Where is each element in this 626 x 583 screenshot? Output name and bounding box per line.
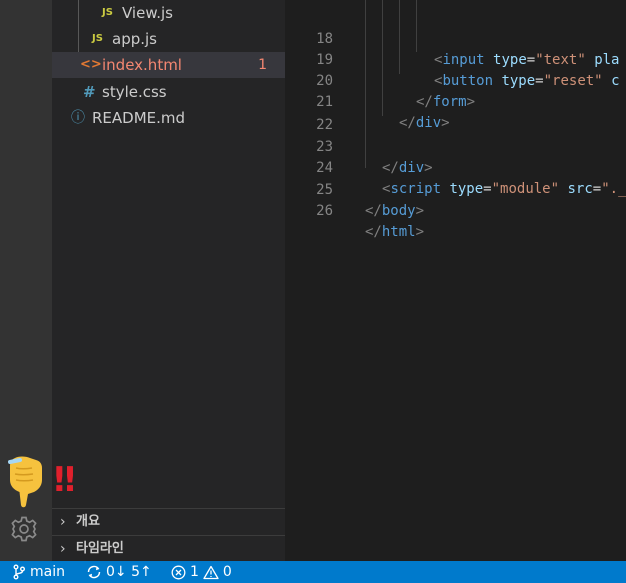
section-label: 개요 bbox=[76, 514, 100, 529]
js-file-icon: JS bbox=[92, 33, 103, 44]
chevron-right-icon: › bbox=[60, 541, 66, 557]
code-line: 22 bbox=[285, 94, 626, 133]
file-item-index-html[interactable]: <> index.html 1 bbox=[52, 52, 285, 78]
sync-counts: 0↓ 5↑ bbox=[106, 564, 152, 580]
file-item-app-js[interactable]: JS app.js bbox=[52, 26, 285, 52]
status-bar: main 0↓ 5↑ 1 0 bbox=[0, 561, 626, 583]
chevron-right-icon: › bbox=[60, 514, 66, 530]
problems-indicator[interactable]: 1 0 bbox=[171, 561, 232, 583]
git-branch-icon bbox=[13, 564, 25, 580]
code-text: </body> bbox=[365, 203, 425, 219]
line-number: 26 bbox=[316, 203, 333, 219]
code-editor[interactable]: 18 <input type="text" pla 19 <button typ… bbox=[285, 0, 626, 561]
activity-bar bbox=[0, 0, 52, 561]
file-item-readme-md[interactable]: ⓘ README.md bbox=[52, 105, 285, 131]
branch-indicator[interactable]: main bbox=[12, 561, 65, 583]
sync-indicator[interactable]: 0↓ 5↑ bbox=[86, 561, 152, 583]
code-line: 21 </div> bbox=[285, 71, 626, 131]
file-label: README.md bbox=[92, 109, 186, 127]
double-exclamation-emoji: ‼ bbox=[54, 460, 75, 500]
code-line: 19 <button type="reset" c bbox=[285, 29, 626, 89]
css-file-icon: # bbox=[83, 83, 96, 101]
file-label: index.html bbox=[102, 56, 182, 74]
file-item-view-js[interactable]: JS View.js bbox=[52, 0, 285, 26]
code-line: 23 </div> bbox=[285, 116, 626, 176]
info-file-icon: ⓘ bbox=[71, 110, 85, 126]
code-line: 26 </html> bbox=[285, 180, 626, 240]
file-item-style-css[interactable]: # style.css bbox=[52, 79, 285, 105]
timeline-section-header[interactable]: › 타임라인 bbox=[52, 536, 285, 562]
code-line: 18 <input type="text" pla bbox=[285, 8, 626, 68]
branch-name: main bbox=[30, 564, 65, 580]
warning-count: 0 bbox=[222, 564, 232, 580]
js-file-icon: JS bbox=[102, 7, 113, 18]
explorer-sidebar: JS View.js JS app.js <> index.html 1 # s… bbox=[52, 0, 285, 561]
code-line: 24 <script type="module" src="._ bbox=[285, 137, 626, 197]
code-line: 20 </form> bbox=[285, 50, 626, 110]
outline-section-header[interactable]: › 개요 bbox=[52, 509, 285, 535]
warning-icon bbox=[203, 565, 219, 579]
section-label: 타임라인 bbox=[76, 541, 124, 556]
code-text: </html> bbox=[365, 224, 425, 240]
html-file-icon: <> bbox=[80, 57, 102, 72]
gear-icon[interactable] bbox=[10, 515, 38, 543]
file-label: app.js bbox=[112, 30, 157, 48]
sync-icon bbox=[87, 565, 101, 579]
problem-count-badge: 1 bbox=[258, 57, 267, 73]
error-icon bbox=[171, 565, 186, 579]
error-count: 1 bbox=[190, 564, 199, 580]
file-label: View.js bbox=[122, 4, 173, 22]
file-label: style.css bbox=[102, 83, 167, 101]
code-line: 25 </body> bbox=[285, 159, 626, 219]
pointing-down-emoji bbox=[8, 456, 42, 508]
